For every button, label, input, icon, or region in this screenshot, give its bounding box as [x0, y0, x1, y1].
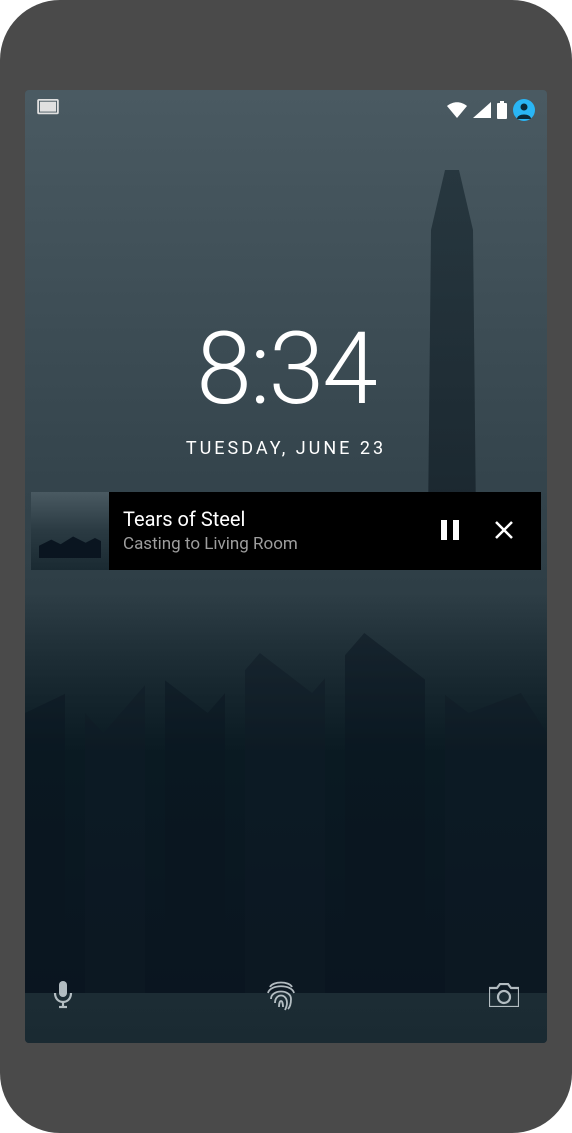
cellular-icon — [473, 102, 491, 118]
clock-date: TUESDAY, JUNE 23 — [25, 438, 547, 459]
fingerprint-icon[interactable] — [266, 979, 296, 1015]
media-subtitle: Casting to Living Room — [123, 533, 437, 555]
media-info: Tears of Steel Casting to Living Room — [109, 507, 437, 555]
status-bar — [25, 90, 547, 130]
mic-icon[interactable] — [53, 981, 73, 1013]
album-art — [31, 492, 109, 570]
pause-icon — [441, 528, 459, 543]
lockscreen-bottom-bar — [25, 973, 547, 1043]
close-button[interactable] — [491, 517, 517, 546]
wallpaper-buildings — [25, 593, 547, 993]
camera-icon[interactable] — [489, 983, 519, 1011]
close-icon — [495, 527, 513, 542]
device-frame: 8:34 TUESDAY, JUNE 23 Tears of Steel Cas… — [0, 0, 572, 1133]
media-notification[interactable]: Tears of Steel Casting to Living Room — [31, 492, 541, 570]
clock-time: 8:34 — [25, 320, 547, 420]
lock-screen[interactable]: 8:34 TUESDAY, JUNE 23 Tears of Steel Cas… — [25, 90, 547, 1043]
cast-icon — [37, 99, 59, 121]
media-title: Tears of Steel — [123, 507, 437, 531]
wifi-icon — [447, 102, 467, 118]
clock-widget: 8:34 TUESDAY, JUNE 23 — [25, 320, 547, 459]
profile-icon[interactable] — [513, 99, 535, 121]
pause-button[interactable] — [437, 516, 463, 547]
battery-icon — [497, 101, 507, 119]
